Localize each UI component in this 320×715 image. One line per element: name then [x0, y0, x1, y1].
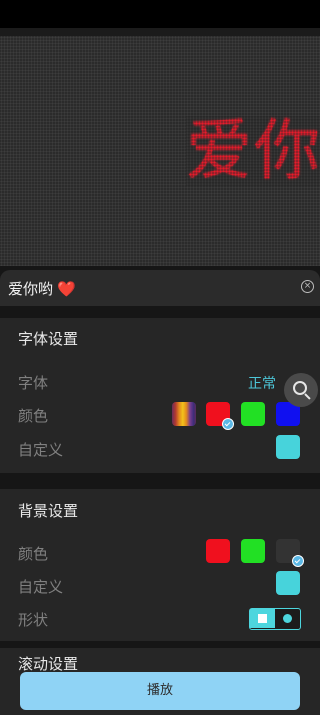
- scroll-settings-title: 滚动设置: [18, 655, 79, 673]
- font-custom-color-swatch[interactable]: [276, 435, 300, 459]
- shape-toggle[interactable]: [249, 608, 301, 630]
- background-custom-color-swatch[interactable]: [276, 571, 300, 595]
- background-swatch-dark[interactable]: [276, 539, 304, 567]
- magnifier-button[interactable]: [284, 373, 318, 407]
- clear-icon[interactable]: ×: [301, 280, 314, 293]
- font-color-label: 颜色: [18, 407, 49, 425]
- status-bar: [0, 0, 320, 28]
- play-button[interactable]: 播放: [20, 672, 300, 710]
- text-input-value: 爱你哟: [8, 280, 54, 298]
- background-settings-title: 背景设置: [18, 502, 79, 520]
- font-swatch-green[interactable]: [241, 402, 265, 426]
- led-preview-text: 爱你哟: [186, 116, 320, 186]
- background-swatch-green[interactable]: [241, 539, 265, 563]
- font-settings-title: 字体设置: [18, 330, 79, 348]
- font-swatch-red[interactable]: [206, 402, 234, 430]
- font-label: 字体: [18, 374, 49, 392]
- font-settings-panel: 字体设置 字体 正常 颜色 自定义: [0, 318, 320, 473]
- circle-shape-option[interactable]: [283, 614, 292, 623]
- text-input-bar[interactable]: 爱你哟 ❤️ ×: [0, 270, 320, 306]
- font-value[interactable]: 正常: [248, 373, 276, 393]
- check-icon: [292, 555, 304, 567]
- check-icon: [222, 418, 234, 430]
- shape-label: 形状: [18, 611, 49, 629]
- text-input[interactable]: 爱你哟 ❤️: [8, 278, 76, 299]
- font-swatch-rainbow[interactable]: [172, 402, 196, 426]
- background-color-label: 颜色: [18, 545, 49, 563]
- background-swatch-red[interactable]: [206, 539, 230, 563]
- background-custom-label: 自定义: [18, 578, 64, 596]
- font-custom-label: 自定义: [18, 441, 64, 459]
- led-preview: 爱你哟: [0, 36, 320, 266]
- square-shape-option[interactable]: [250, 609, 275, 628]
- heart-emoji: ❤️: [57, 280, 76, 298]
- top-strip: [0, 28, 320, 36]
